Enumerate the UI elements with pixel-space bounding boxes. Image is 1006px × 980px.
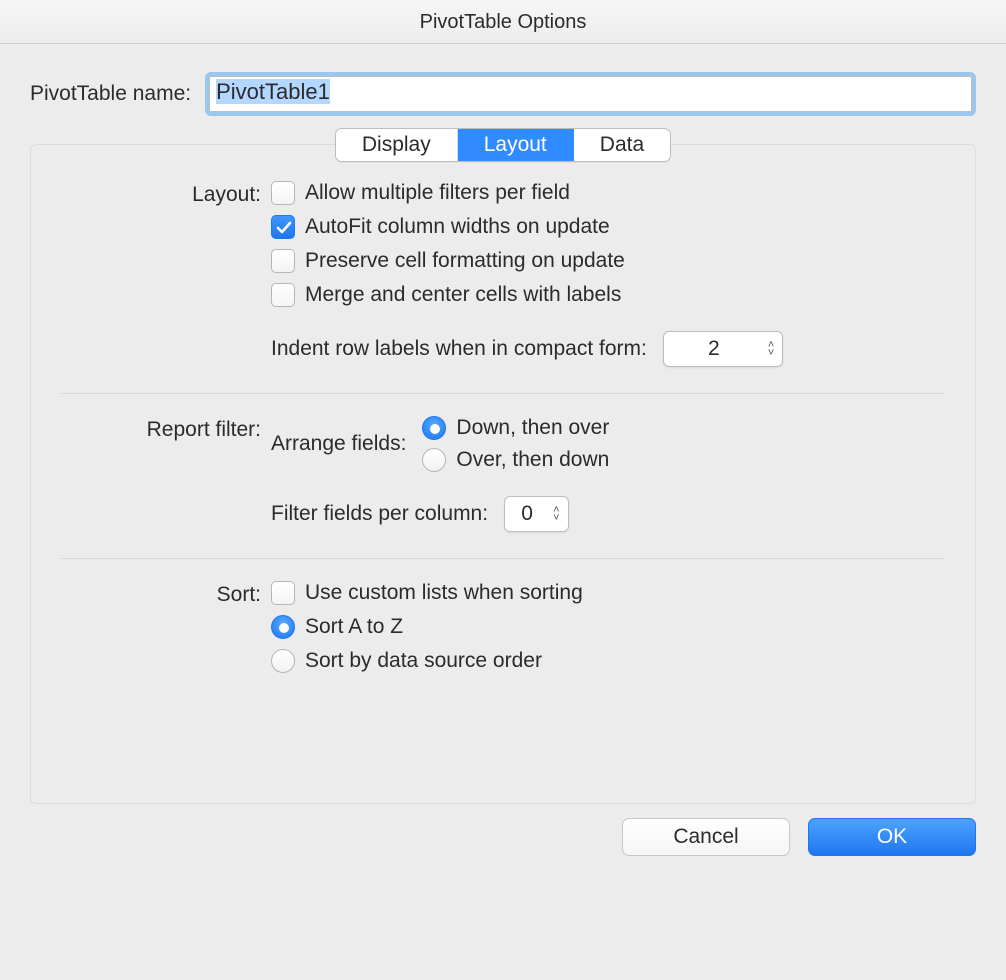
divider-1 bbox=[61, 393, 945, 394]
sort-heading: Sort: bbox=[61, 581, 261, 673]
allow-multiple-filters-checkbox[interactable] bbox=[271, 181, 295, 205]
report-filter-heading: Report filter: bbox=[61, 416, 261, 532]
arrange-over-then-down-radio[interactable] bbox=[422, 448, 446, 472]
chevron-down-icon[interactable]: ˅ bbox=[768, 349, 774, 357]
pivottable-name-row: PivotTable name: PivotTable1 bbox=[30, 72, 976, 116]
use-custom-lists-checkbox[interactable] bbox=[271, 581, 295, 605]
arrange-down-then-over-radio[interactable] bbox=[422, 416, 446, 440]
autofit-columns-label: AutoFit column widths on update bbox=[305, 215, 610, 239]
preserve-formatting-row: Preserve cell formatting on update bbox=[271, 249, 945, 273]
layout-heading: Layout: bbox=[61, 181, 261, 367]
filter-fields-stepper[interactable]: 0 ˄ ˅ bbox=[504, 496, 568, 532]
cancel-button[interactable]: Cancel bbox=[622, 818, 790, 856]
dialog-content: PivotTable name: PivotTable1 Display Lay… bbox=[0, 44, 1006, 814]
indent-stepper-arrows: ˄ ˅ bbox=[764, 341, 774, 357]
use-custom-lists-label: Use custom lists when sorting bbox=[305, 581, 583, 605]
sort-source-radio[interactable] bbox=[271, 649, 295, 673]
divider-2 bbox=[61, 558, 945, 559]
sort-az-radio[interactable] bbox=[271, 615, 295, 639]
check-icon bbox=[274, 218, 294, 238]
autofit-columns-checkbox[interactable] bbox=[271, 215, 295, 239]
merge-center-row: Merge and center cells with labels bbox=[271, 283, 945, 307]
chevron-down-icon[interactable]: ˅ bbox=[553, 514, 559, 522]
window-title-text: PivotTable Options bbox=[420, 11, 587, 33]
preserve-formatting-label: Preserve cell formatting on update bbox=[305, 249, 625, 273]
filter-fields-row: Filter fields per column: 0 ˄ ˅ bbox=[271, 496, 945, 532]
pivottable-name-value: PivotTable1 bbox=[216, 79, 330, 104]
pivottable-name-input[interactable]: PivotTable1 bbox=[209, 76, 972, 112]
indent-label: Indent row labels when in compact form: bbox=[271, 337, 647, 361]
sort-source-label: Sort by data source order bbox=[305, 649, 542, 673]
layout-grid: Layout: Allow multiple filters per field… bbox=[61, 181, 945, 673]
segmented-control: Display Layout Data bbox=[335, 128, 671, 162]
arrange-fields-radiogroup: Down, then over Over, then down bbox=[422, 416, 609, 472]
arrange-down-then-over-label: Down, then over bbox=[456, 416, 609, 440]
allow-multiple-filters-row: Allow multiple filters per field bbox=[271, 181, 945, 205]
pivottable-name-focus-ring: PivotTable1 bbox=[205, 72, 976, 116]
sort-az-row: Sort A to Z bbox=[271, 615, 945, 639]
dialog-footer: Cancel OK bbox=[0, 814, 1006, 884]
report-filter-options: Arrange fields: Down, then over Over, th… bbox=[271, 416, 945, 532]
ok-button[interactable]: OK bbox=[808, 818, 976, 856]
arrange-down-then-over-row: Down, then over bbox=[422, 416, 609, 440]
use-custom-lists-row: Use custom lists when sorting bbox=[271, 581, 945, 605]
sort-az-label: Sort A to Z bbox=[305, 615, 403, 639]
window-title: PivotTable Options bbox=[0, 0, 1006, 44]
arrange-over-then-down-row: Over, then down bbox=[422, 448, 609, 472]
layout-options: Allow multiple filters per field AutoFit… bbox=[271, 181, 945, 367]
pivottable-name-label: PivotTable name: bbox=[30, 82, 191, 106]
autofit-columns-row: AutoFit column widths on update bbox=[271, 215, 945, 239]
layout-panel: Layout: Allow multiple filters per field… bbox=[30, 144, 976, 804]
sort-options: Use custom lists when sorting Sort A to … bbox=[271, 581, 945, 673]
tab-layout[interactable]: Layout bbox=[458, 129, 574, 161]
filter-fields-value: 0 bbox=[505, 502, 549, 526]
tab-display[interactable]: Display bbox=[336, 129, 458, 161]
arrange-over-then-down-label: Over, then down bbox=[456, 448, 609, 472]
tab-data[interactable]: Data bbox=[574, 129, 670, 161]
indent-stepper[interactable]: 2 ˄ ˅ bbox=[663, 331, 783, 367]
indent-row: Indent row labels when in compact form: … bbox=[271, 331, 945, 367]
sort-source-row: Sort by data source order bbox=[271, 649, 945, 673]
arrange-fields-row: Arrange fields: Down, then over Over, th… bbox=[271, 416, 945, 472]
allow-multiple-filters-label: Allow multiple filters per field bbox=[305, 181, 570, 205]
arrange-fields-label: Arrange fields: bbox=[271, 432, 406, 456]
merge-center-checkbox[interactable] bbox=[271, 283, 295, 307]
preserve-formatting-checkbox[interactable] bbox=[271, 249, 295, 273]
merge-center-label: Merge and center cells with labels bbox=[305, 283, 621, 307]
filter-fields-label: Filter fields per column: bbox=[271, 502, 488, 526]
indent-value: 2 bbox=[664, 337, 764, 361]
filter-fields-stepper-arrows: ˄ ˅ bbox=[549, 506, 559, 522]
